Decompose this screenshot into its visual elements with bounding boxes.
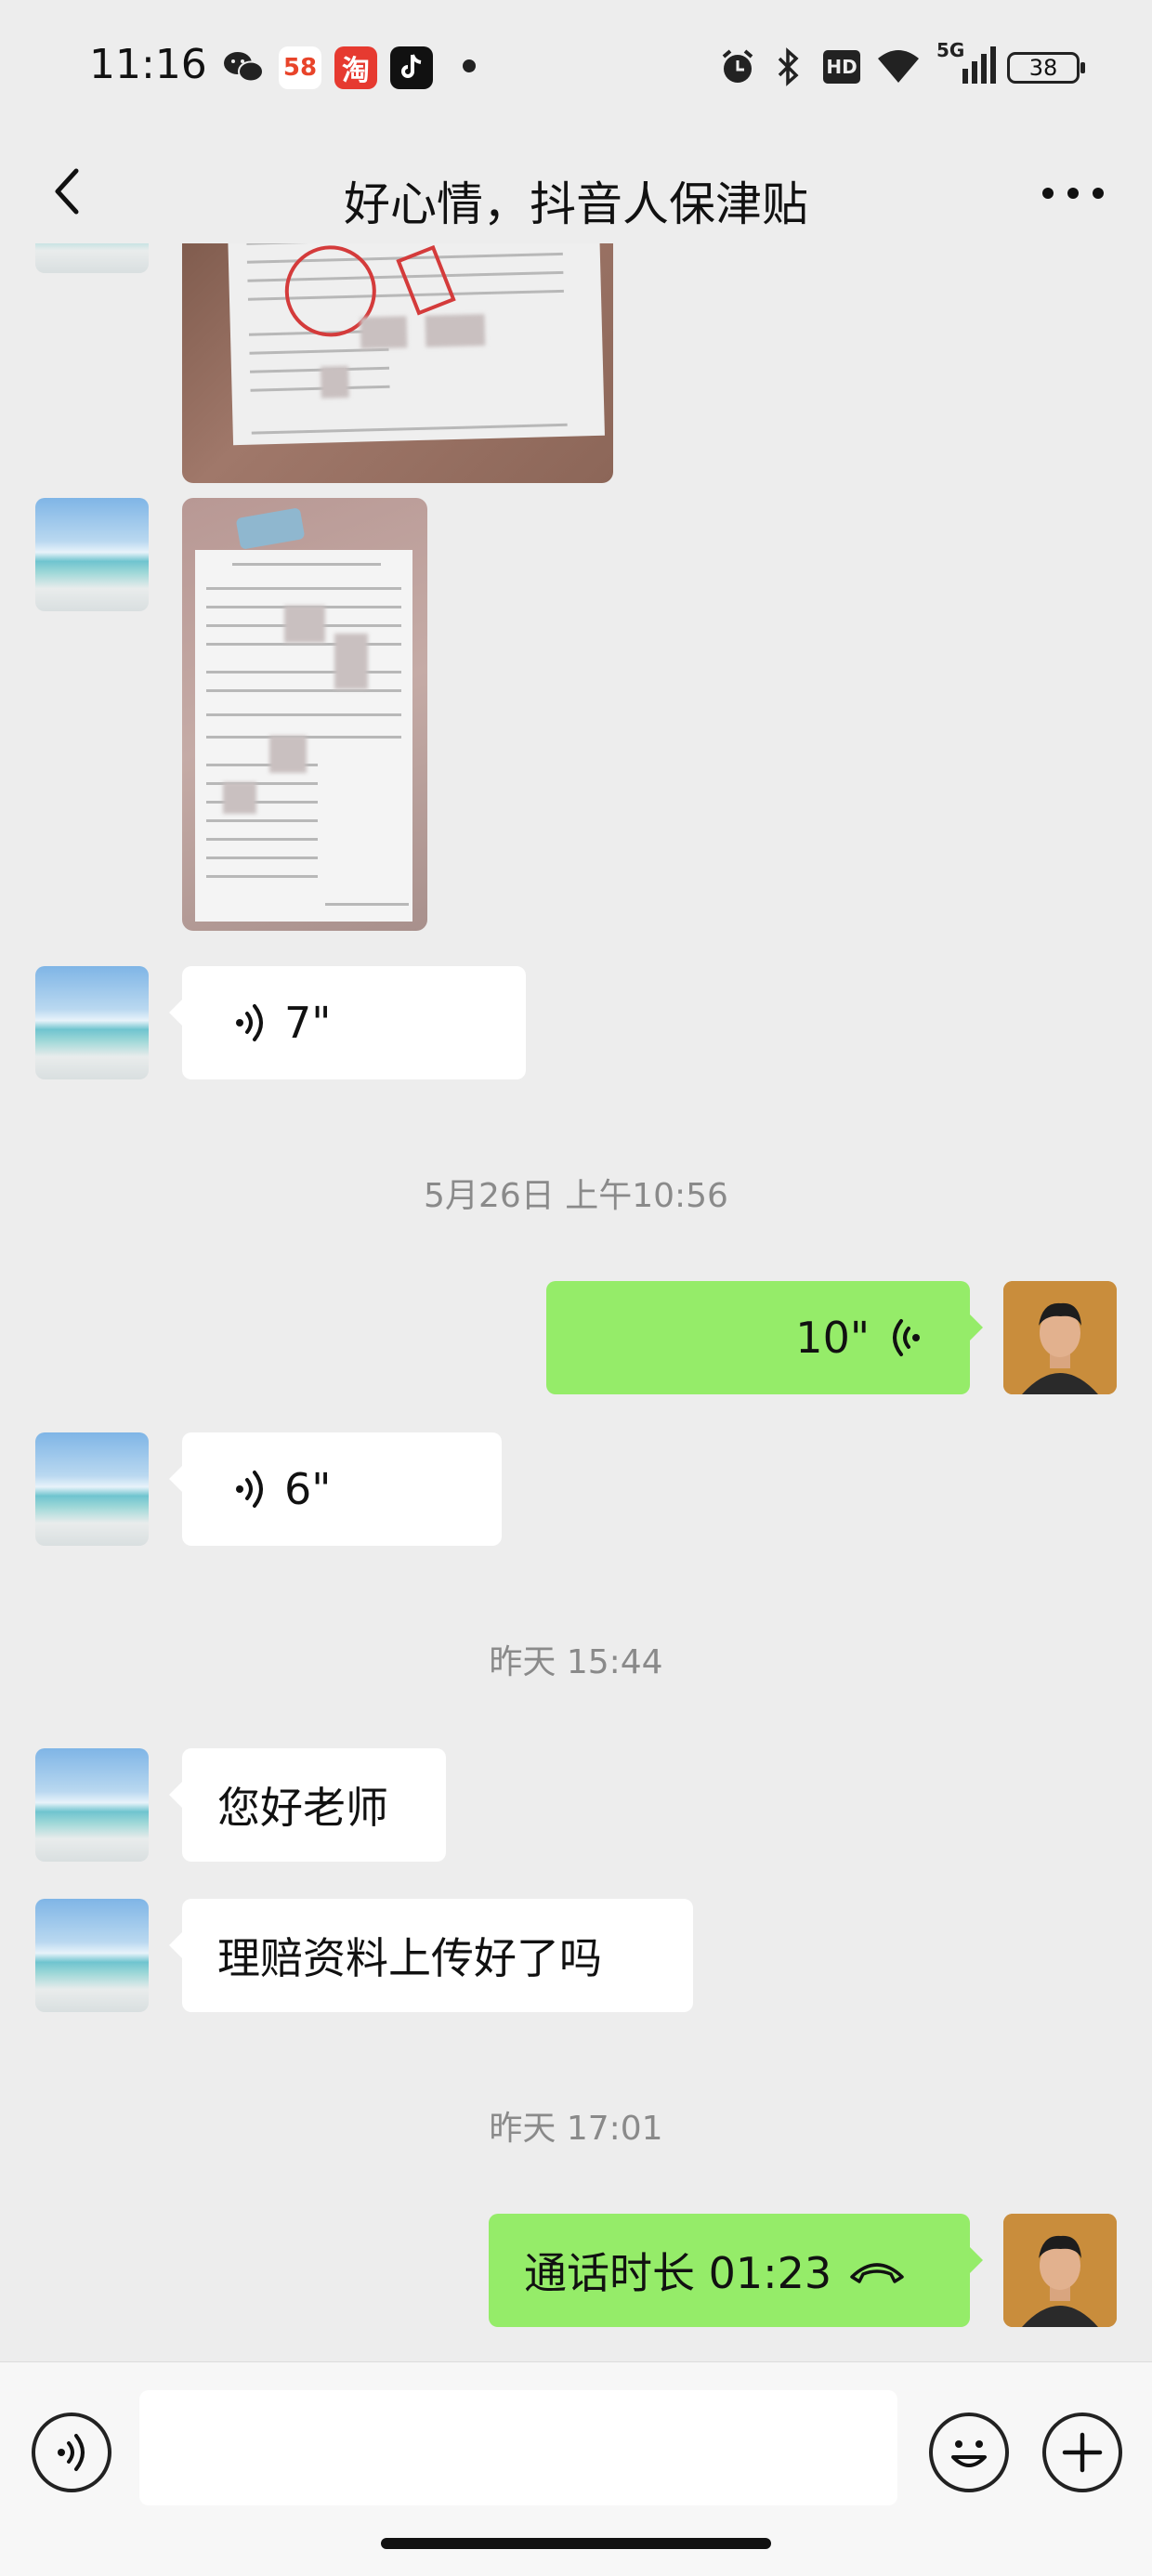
status-time: 11:16 <box>89 41 207 88</box>
voice-duration: 6" <box>284 1464 332 1514</box>
contact-avatar[interactable] <box>35 1899 149 2012</box>
emoji-face-icon <box>951 2440 987 2467</box>
contact-avatar[interactable] <box>35 498 149 611</box>
voice-message-bubble[interactable]: 6" <box>169 1432 502 1546</box>
nav-bar: 好心情，抖音人保津贴 <box>0 139 1152 243</box>
contact-avatar[interactable] <box>35 243 149 273</box>
contact-avatar[interactable] <box>35 1432 149 1546</box>
wechat-icon <box>223 48 264 85</box>
message-text: 理赔资料上传好了吗 <box>217 1933 602 1983</box>
voice-wave-icon <box>58 2434 85 2471</box>
battery-indicator: 38 <box>1007 52 1085 84</box>
voice-message-bubble-outgoing[interactable]: 10" <box>546 1281 983 1394</box>
status-bar: 11:16 58 淘 HD 5G 38 <box>0 0 1152 139</box>
voice-duration: 7" <box>284 998 332 1048</box>
document-photo[interactable] <box>182 498 427 931</box>
bluetooth-icon <box>771 46 805 87</box>
document-paper <box>228 243 605 446</box>
contact-avatar[interactable] <box>35 1748 149 1862</box>
home-indicator[interactable] <box>381 2538 771 2549</box>
voice-message-bubble[interactable]: 7" <box>169 966 526 1079</box>
taobao-icon: 淘 <box>334 46 377 89</box>
more-dots-icon <box>1042 188 1104 199</box>
document-photo[interactable] <box>182 243 613 483</box>
voice-input-toggle-button[interactable] <box>32 2413 111 2492</box>
message-timestamp: 昨天 17:01 <box>489 2110 663 2148</box>
signal-icon: 5G <box>936 39 996 87</box>
emoji-button[interactable] <box>929 2413 1009 2492</box>
user-avatar[interactable] <box>1003 1281 1117 1394</box>
voice-duration: 10" <box>795 1313 870 1363</box>
contact-avatar[interactable] <box>35 966 149 1079</box>
voice-wave-icon <box>236 1004 263 1041</box>
call-record-bubble[interactable]: 通话时长 01:23 <box>489 2214 983 2327</box>
message-timestamp: 5月26日 上午10:56 <box>424 1177 728 1215</box>
voice-wave-icon <box>236 1471 263 1508</box>
chat-title: 好心情，抖音人保津贴 <box>344 177 808 231</box>
text-message-bubble[interactable]: 您好老师 <box>169 1748 446 1862</box>
douyin-icon <box>390 46 433 89</box>
more-options-button[interactable] <box>1031 165 1115 221</box>
plus-icon <box>1062 2432 1103 2473</box>
message-text: 您好老师 <box>217 1783 388 1833</box>
phone-hangup-icon <box>850 2263 904 2283</box>
message-timestamp: 昨天 15:44 <box>489 1643 663 1681</box>
voice-wave-icon <box>893 1319 920 1356</box>
more-actions-plus-button[interactable] <box>1042 2413 1122 2492</box>
hd-icon: HD <box>823 50 860 84</box>
text-message-bubble[interactable]: 理赔资料上传好了吗 <box>169 1899 693 2012</box>
message-input[interactable] <box>139 2390 897 2505</box>
wifi-icon <box>873 45 923 85</box>
call-duration-text: 通话时长 01:23 <box>524 2248 832 2298</box>
notification-dot-icon <box>463 59 476 72</box>
document-paper <box>195 550 412 922</box>
alarm-icon <box>717 46 758 87</box>
58-icon: 58 <box>279 46 321 89</box>
user-avatar[interactable] <box>1003 2214 1117 2327</box>
chat-message-list[interactable]: 7" 5月26日 上午10:56 10" 6" 昨天 15:44 您好老师 理赔… <box>0 243 1152 2361</box>
